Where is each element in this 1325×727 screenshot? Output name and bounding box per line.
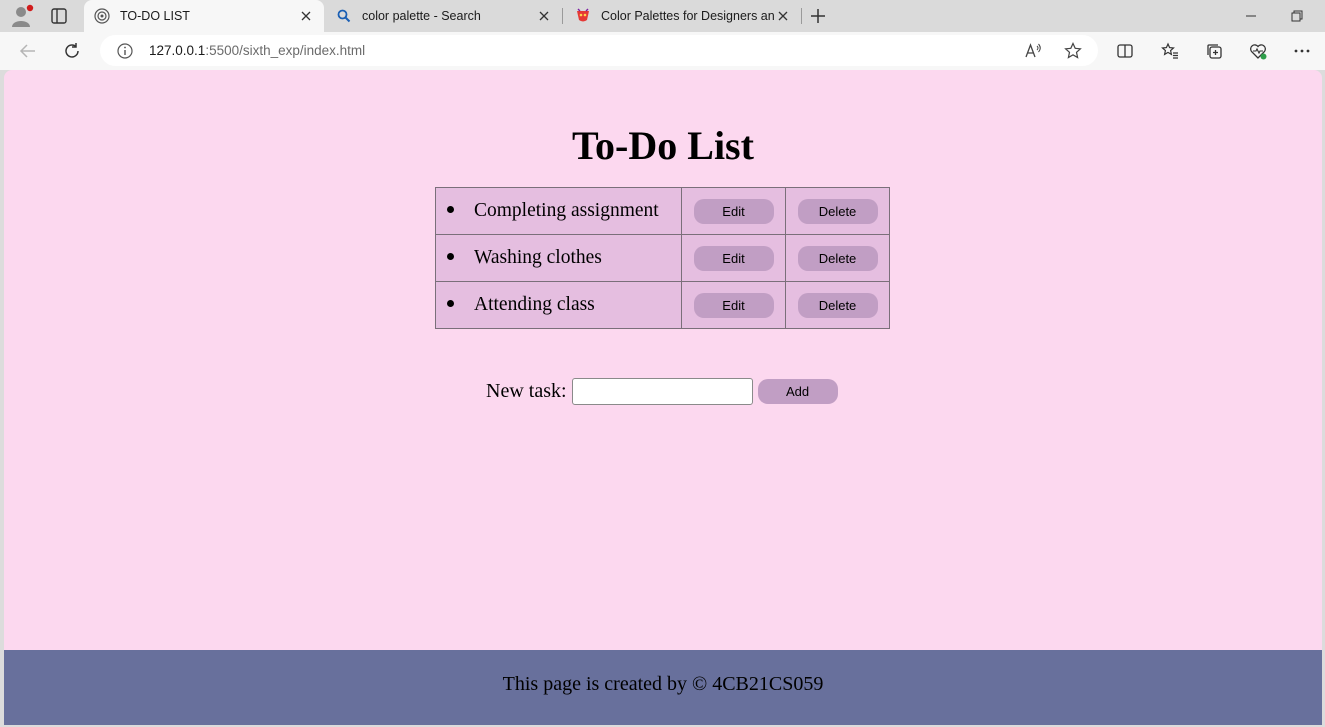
task-text: Attending class [474, 294, 595, 315]
task-cell: Attending class [435, 281, 682, 329]
task-cell: Washing clothes [435, 234, 682, 282]
bullet-icon [447, 300, 454, 308]
close-tab-icon[interactable] [536, 8, 552, 24]
footer-text: This page is created by © 4CB21CS059 [502, 673, 824, 695]
table-row: Completing assignment Edit Delete [435, 187, 890, 235]
task-cell: Completing assignment [435, 187, 682, 235]
tab-todo-list[interactable]: TO-DO LIST [84, 0, 324, 32]
page-footer: This page is created by © 4CB21CS059 [4, 650, 1322, 725]
favorite-star-icon[interactable] [1064, 42, 1082, 60]
more-options-icon[interactable] [1292, 41, 1312, 61]
delete-cell: Delete [785, 187, 890, 235]
page-viewport: To-Do List Completing assignment Edit De… [4, 70, 1322, 725]
table-row: Attending class Edit Delete [435, 281, 890, 329]
restore-icon[interactable] [1289, 8, 1305, 24]
close-tab-icon[interactable] [775, 8, 791, 24]
bullet-icon [447, 253, 454, 261]
edit-button[interactable]: Edit [693, 245, 774, 271]
tab-separator [801, 8, 802, 24]
broadcast-icon [94, 8, 110, 24]
new-task-label: New task: [486, 380, 567, 402]
browser-essentials-icon[interactable] [1248, 41, 1268, 61]
page-title: To-Do List [572, 123, 754, 168]
tab-separator [562, 8, 563, 24]
profile-avatar-icon[interactable] [10, 4, 34, 28]
url-text[interactable]: 127.0.0.1:5500/sixth_exp/index.html [149, 43, 365, 58]
close-tab-icon[interactable] [298, 8, 314, 24]
bullet-icon [447, 206, 454, 214]
browser-toolbar: 127.0.0.1:5500/sixth_exp/index.html [0, 32, 1325, 70]
browser-tab-bar: TO-DO LIST color palette - Search Color … [0, 0, 1325, 32]
address-bar[interactable]: 127.0.0.1:5500/sixth_exp/index.html [100, 35, 1098, 66]
add-task-button[interactable]: Add [757, 379, 838, 404]
palette-site-icon [575, 8, 591, 24]
table-row: Washing clothes Edit Delete [435, 234, 890, 282]
tab-color-palette-search[interactable]: color palette - Search [326, 0, 562, 32]
task-text: Washing clothes [474, 247, 602, 268]
url-path: :5500/sixth_exp/index.html [205, 43, 366, 58]
edit-cell: Edit [681, 234, 786, 282]
tab-actions-icon[interactable] [50, 7, 68, 25]
tab-title: color palette - Search [362, 9, 481, 23]
delete-cell: Delete [785, 281, 890, 329]
split-screen-icon[interactable] [1115, 41, 1135, 61]
new-task-form: New task: Add [486, 378, 838, 405]
new-tab-icon[interactable] [808, 6, 828, 26]
task-text: Completing assignment [474, 200, 659, 221]
edit-cell: Edit [681, 187, 786, 235]
url-host: 127.0.0.1 [149, 43, 206, 58]
site-info-icon[interactable] [117, 43, 133, 59]
search-icon [336, 8, 352, 24]
favorites-icon[interactable] [1160, 41, 1180, 61]
delete-button[interactable]: Delete [797, 292, 878, 318]
minimize-icon[interactable] [1243, 8, 1259, 24]
delete-cell: Delete [785, 234, 890, 282]
edit-button[interactable]: Edit [693, 292, 774, 318]
tab-title: TO-DO LIST [120, 9, 190, 23]
tab-color-palettes-site[interactable]: Color Palettes for Designers and [565, 0, 801, 32]
todo-table: Completing assignment Edit Delete Washin… [435, 187, 890, 329]
collections-icon[interactable] [1204, 41, 1224, 61]
tab-title: Color Palettes for Designers and [601, 9, 775, 23]
edit-cell: Edit [681, 281, 786, 329]
new-task-input[interactable] [571, 378, 753, 405]
back-arrow-icon[interactable] [18, 41, 38, 61]
read-aloud-icon[interactable] [1024, 42, 1042, 60]
edit-button[interactable]: Edit [693, 198, 774, 224]
delete-button[interactable]: Delete [797, 198, 878, 224]
delete-button[interactable]: Delete [797, 245, 878, 271]
refresh-icon[interactable] [62, 41, 82, 61]
